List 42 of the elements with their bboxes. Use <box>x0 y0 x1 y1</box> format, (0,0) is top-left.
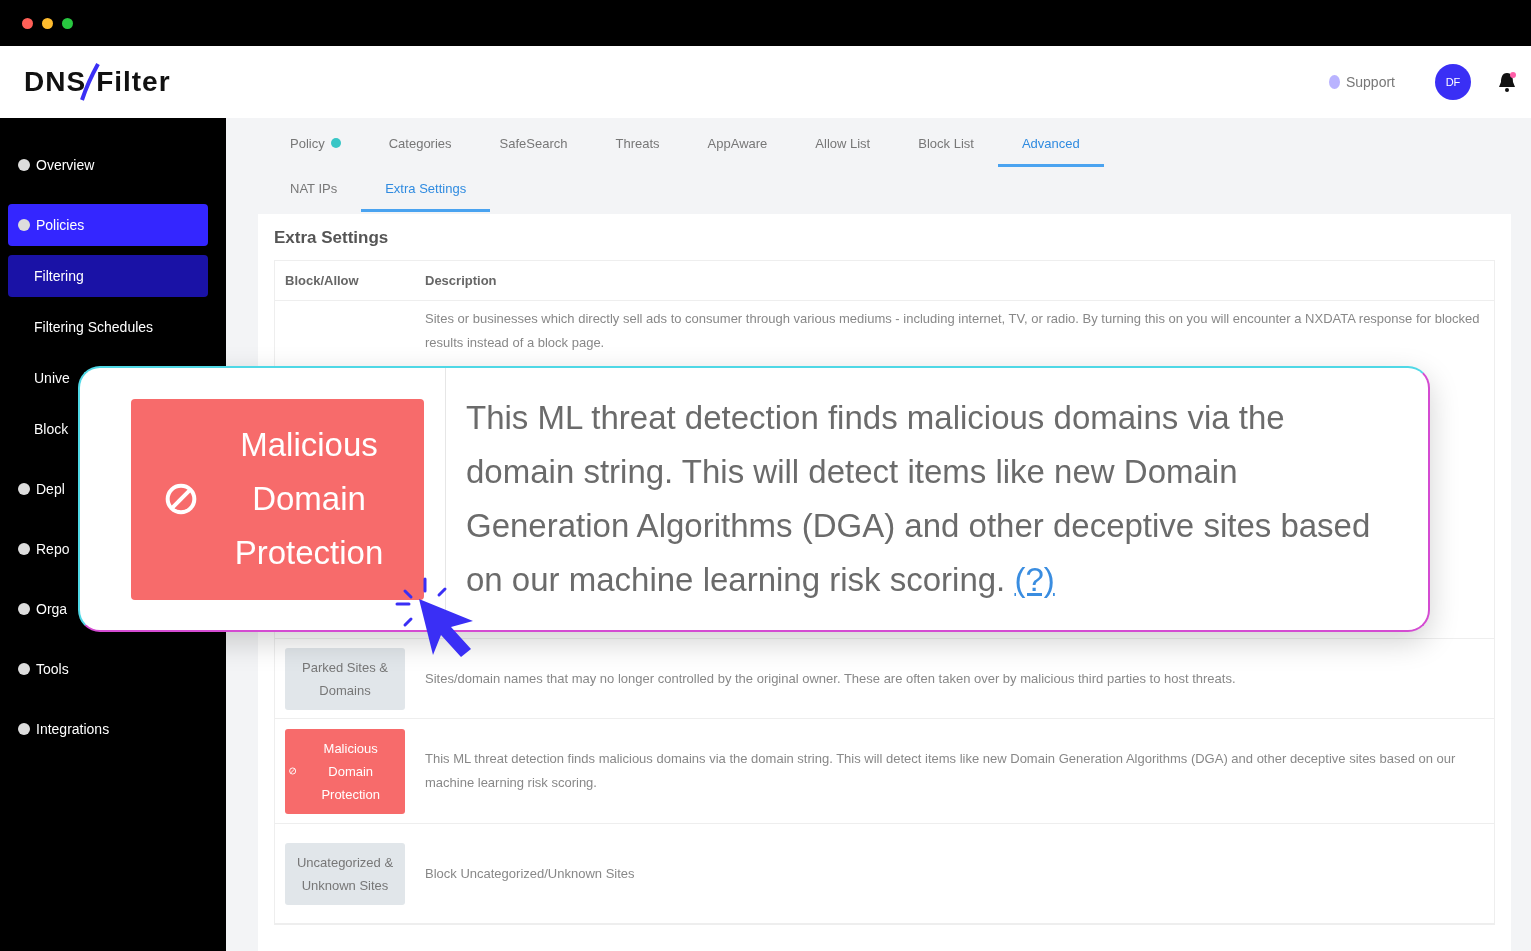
sidebar-item[interactable]: Tools <box>8 648 73 690</box>
toggle-badge[interactable]: Uncategorized & Unknown Sites <box>285 842 405 905</box>
window-control[interactable] <box>22 17 33 29</box>
description: Sites or businesses which directly sell ads to consumer through various mediums - including internet, TV, or radio. By turning this on you will encounter a NXDATA response for blocked results instead of a block page. <box>425 310 1481 352</box>
toggle-badge[interactable]: Parked Sites & Domains <box>285 647 405 710</box>
sidebar-item[interactable]: Filtering Schedules <box>8 306 158 348</box>
avatar[interactable]: DF <box>1435 64 1471 100</box>
sidebar-item[interactable]: Orga <box>8 588 72 630</box>
ban-icon <box>165 483 197 515</box>
tab[interactable]: Threats <box>591 122 684 167</box>
tab[interactable]: Allow List <box>791 122 895 167</box>
logo: DNS Filter <box>24 62 171 102</box>
sidebar-item[interactable]: Overview <box>8 144 99 186</box>
description: This ML threat detection finds malicious domains via the domain string. This will detect items like new Domain Generation Algorithms (DGA) and other deceptive sites based on our machine learning risk scoring. <box>425 750 1457 792</box>
sidebar-item[interactable]: Depl <box>8 468 69 510</box>
card-title: Extra Settings <box>274 228 390 248</box>
tab[interactable]: SafeSearch <box>475 122 592 167</box>
sidebar-item[interactable]: Unive <box>8 357 74 399</box>
description: Sites/domain names that may no longer controlled by the original owner. These are often taken over by malicious third parties to host threats. <box>425 669 1236 688</box>
sidebar-item[interactable]: Block <box>8 408 73 450</box>
help-link[interactable]: (?) <box>1014 561 1055 598</box>
tab[interactable]: Categories <box>364 122 476 167</box>
ban-icon <box>289 765 297 777</box>
tab[interactable]: AppAware <box>683 122 792 167</box>
description: This ML threat detection finds malicious domains via the domain string. This will detect items like new Domain Generation Algorithms (DGA) and other deceptive sites based on our machine learning risk scoring. (?) <box>466 398 1372 600</box>
column-header: Block/Allow <box>275 261 415 301</box>
window-control[interactable] <box>62 17 73 29</box>
sidebar-item[interactable]: Policies <box>8 204 208 246</box>
sidebar-item[interactable]: Filtering <box>8 255 208 297</box>
description: Block Uncategorized/Unknown Sites <box>425 864 635 883</box>
sidebar-item[interactable]: Integrations <box>8 708 114 750</box>
bell-icon[interactable] <box>1497 71 1517 93</box>
tab[interactable]: Block List <box>894 122 998 167</box>
toggle-badge[interactable]: Malicious Domain Protection <box>285 728 405 814</box>
tab[interactable]: Advanced <box>997 122 1104 167</box>
tab[interactable]: NAT IPs <box>266 167 362 212</box>
support-link[interactable]: Support <box>1328 74 1395 90</box>
tab[interactable]: Policy <box>266 122 365 167</box>
window-control[interactable] <box>42 17 53 29</box>
sidebar-item[interactable]: Repo <box>8 528 74 570</box>
column-header: Description <box>415 261 1494 301</box>
toggle-badge[interactable]: Malicious Domain Protection <box>131 398 424 600</box>
